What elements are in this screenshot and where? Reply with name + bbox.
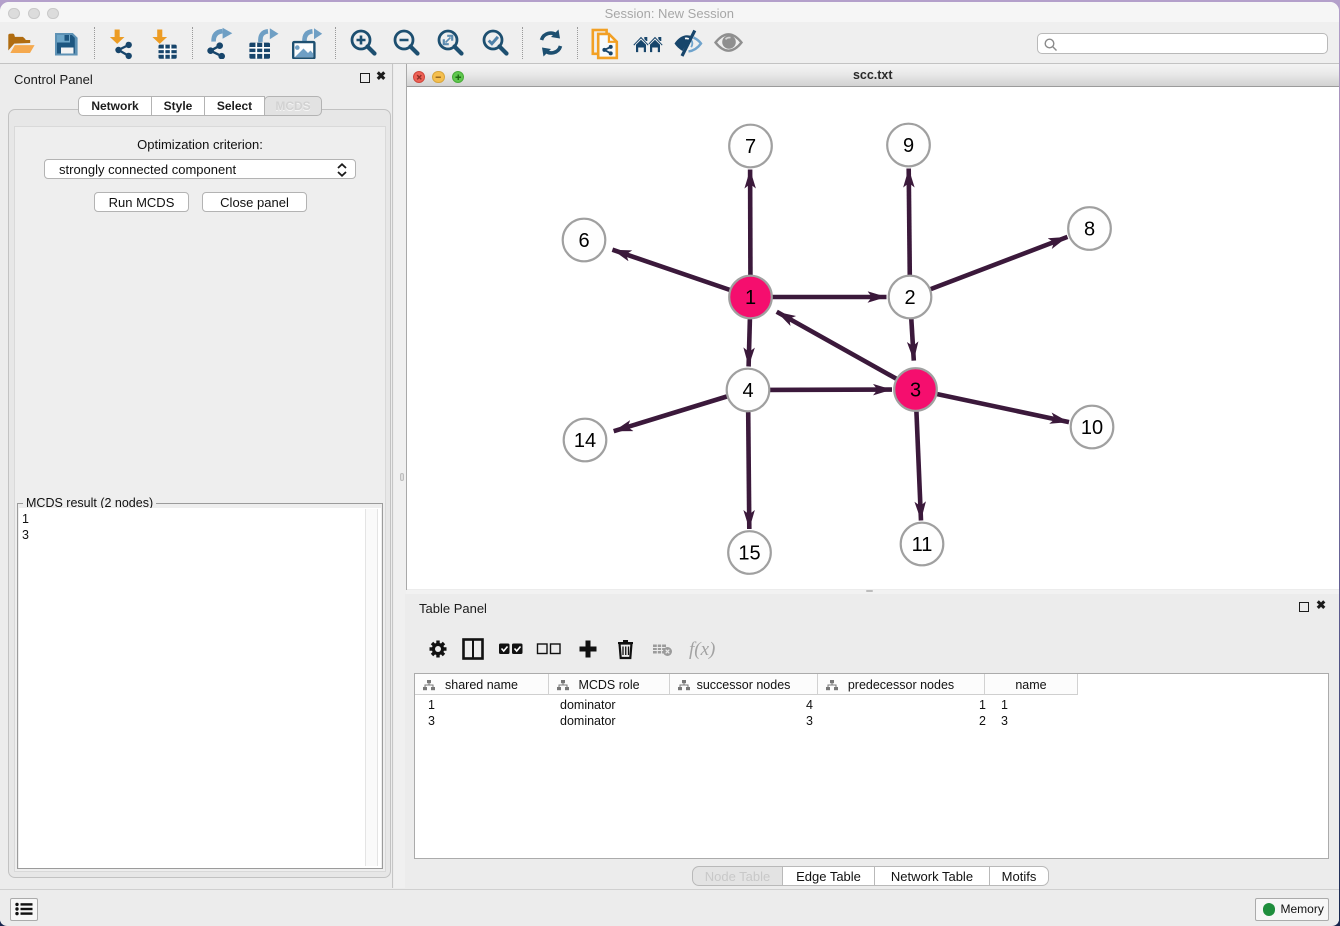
svg-text:6: 6 <box>578 230 589 252</box>
svg-text:f(x): f(x) <box>689 639 715 660</box>
svg-text:10: 10 <box>1081 417 1103 439</box>
svg-text:15: 15 <box>738 543 760 565</box>
svg-text:7: 7 <box>745 136 756 158</box>
svg-text:1: 1 <box>745 287 756 309</box>
svg-text:9: 9 <box>903 135 914 157</box>
svg-text:2: 2 <box>904 287 915 309</box>
svg-text:11: 11 <box>912 534 933 556</box>
svg-text:3: 3 <box>910 380 921 402</box>
svg-text:8: 8 <box>1084 219 1095 241</box>
svg-text:4: 4 <box>742 380 753 402</box>
svg-text:14: 14 <box>574 430 596 452</box>
